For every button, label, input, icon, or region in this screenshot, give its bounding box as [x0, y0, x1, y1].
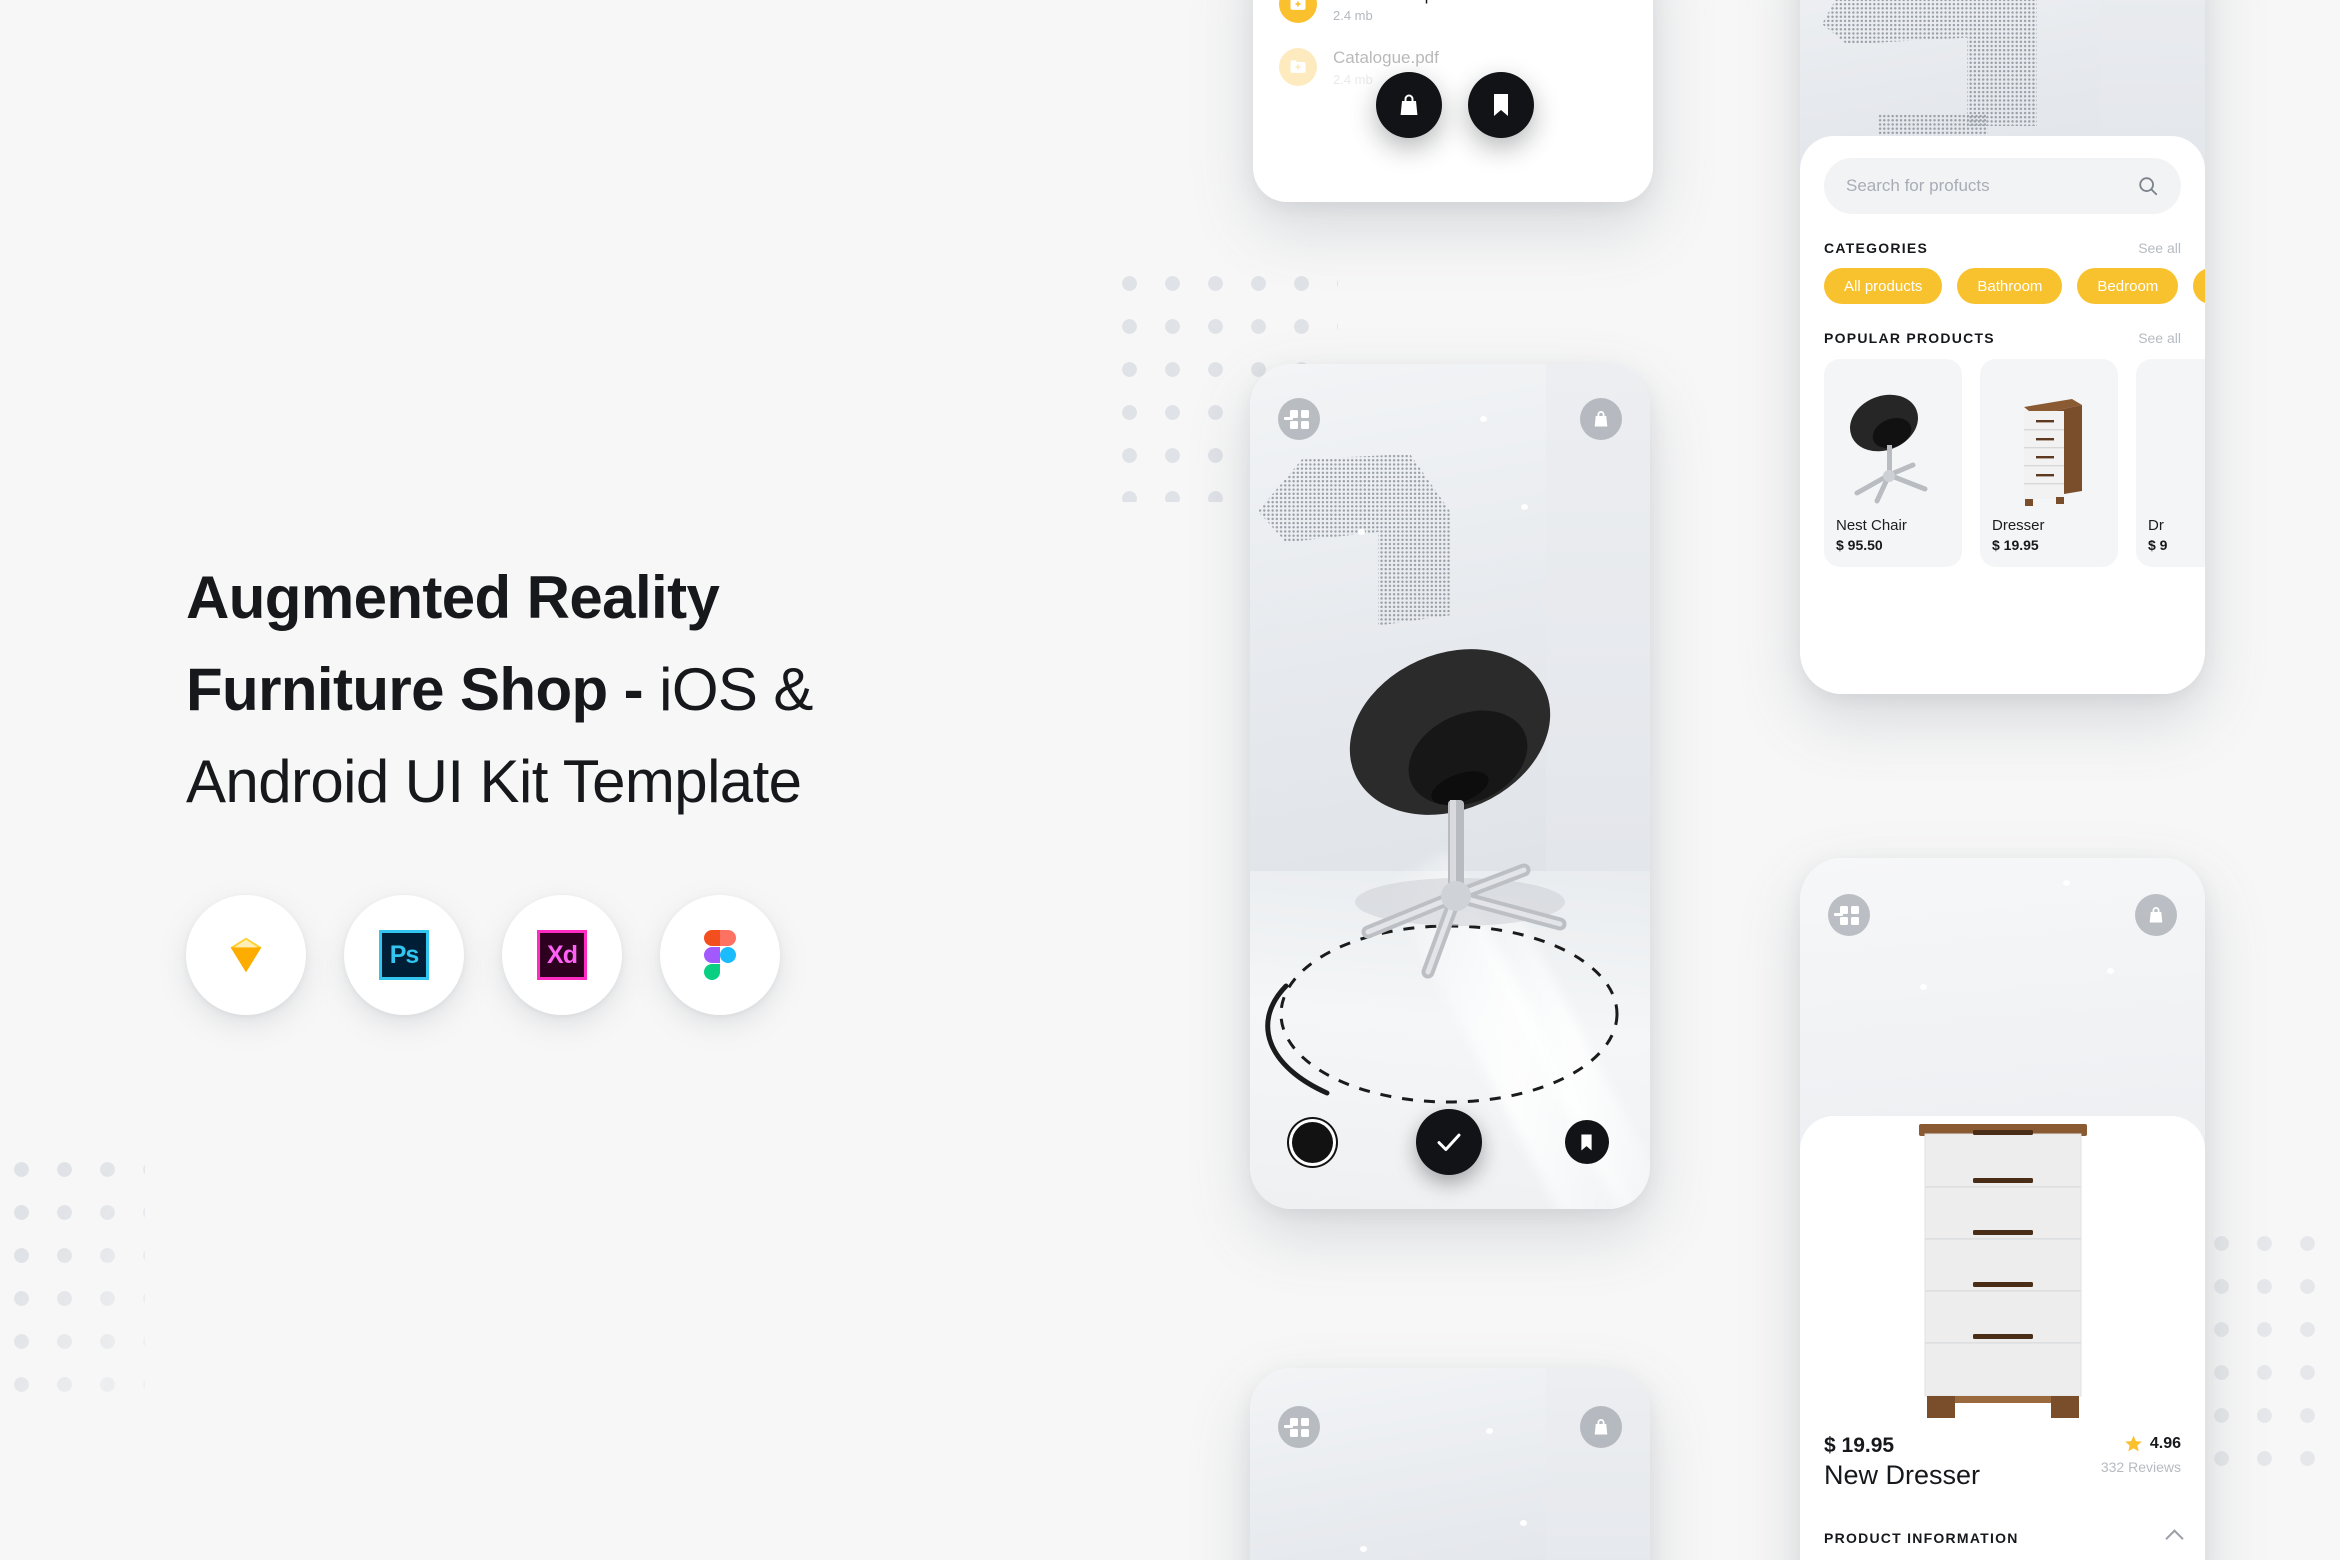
folder-download-icon [1279, 0, 1317, 23]
grid-menu-button[interactable] [1828, 894, 1870, 936]
document-name: Instructions.pdf [1333, 0, 1448, 5]
hero-copy: Augmented Reality Furniture Shop - iOS &… [186, 552, 976, 828]
shop-content-sheet: Search for profucts CATEGORIES See all A… [1800, 136, 2205, 694]
product-name: Dr [2148, 517, 2164, 534]
page-title: Augmented Reality Furniture Shop - iOS &… [186, 552, 976, 828]
arrow-left-icon [1284, 417, 1293, 420]
title-line-2-light: iOS & [659, 656, 813, 723]
product-thumbnail [2148, 371, 2205, 509]
title-line-1: Augmented Reality [186, 564, 720, 631]
dresser-image [1918, 1124, 2087, 1418]
categories-title: CATEGORIES [1824, 240, 1929, 256]
detail-title: New Dresser [1824, 1460, 1981, 1490]
arrow-left-icon [1284, 1425, 1293, 1428]
dot-grid-decoration [0, 1148, 145, 1408]
detail-meta-row: $ 19.95 New Dresser 4.96 332 Reviews [1824, 1434, 2181, 1491]
detail-price: $ 19.95 [1824, 1434, 1895, 1457]
adobe-xd-badge[interactable]: Xd [502, 895, 622, 1015]
dot-grid-decoration [2200, 1222, 2340, 1482]
arrow-left-icon [1834, 913, 1843, 916]
product-price: $ 95.50 [1836, 537, 1883, 553]
shop-screen: Search for profucts CATEGORIES See all A… [1800, 0, 2205, 694]
ar-placement-screen-secondary [1250, 1368, 1650, 1560]
category-chip[interactable]: Bathroom [1957, 268, 2063, 304]
category-chip[interactable]: Chil [2193, 268, 2205, 304]
ar-camera-view [1250, 1368, 1650, 1560]
bag-icon [1594, 411, 1608, 427]
title-line-2-bold: Furniture Shop - [186, 656, 660, 723]
ar-placement-screen [1250, 364, 1650, 1209]
detail-content-sheet: $ 19.95 New Dresser 4.96 332 Reviews PRO… [1800, 1116, 2205, 1560]
documents-floating-actions [1376, 72, 1534, 138]
chevron-up-icon[interactable] [2165, 1528, 2184, 1548]
categories-see-all-link[interactable]: See all [2138, 240, 2181, 256]
bag-icon [1594, 1419, 1608, 1435]
product-thumbnail [1836, 371, 1950, 509]
photoshop-badge[interactable]: Ps [344, 895, 464, 1015]
figma-badge[interactable] [660, 895, 780, 1015]
grid-menu-button[interactable] [1278, 1406, 1320, 1448]
dresser-image [2024, 399, 2082, 506]
product-information-title: PRODUCT INFORMATION [1824, 1530, 2019, 1546]
chair-image [1850, 394, 1928, 504]
product-detail-screen: $ 19.95 New Dresser 4.96 332 Reviews PRO… [1800, 858, 2205, 1560]
search-icon [2139, 177, 2158, 196]
category-chip-list[interactable]: All products Bathroom Bedroom Chil [1824, 268, 2205, 304]
assembly-documents-card: ASSEMBLY & DOCUMENTS Instructions.pdf 2.… [1253, 0, 1653, 202]
format-badges: Ps Xd [186, 895, 780, 1015]
bookmark-icon [1581, 1133, 1592, 1151]
grid-menu-button[interactable] [1278, 398, 1320, 440]
document-row[interactable]: Instructions.pdf 2.4 mb [1279, 0, 1627, 23]
color-swatch-button[interactable] [1291, 1121, 1333, 1163]
bag-icon [2149, 907, 2163, 923]
product-information-header[interactable]: PRODUCT INFORMATION [1824, 1528, 2184, 1548]
reviews-count: 332 Reviews [2100, 1459, 2181, 1475]
sketch-badge[interactable] [186, 895, 306, 1015]
ar-chair-object[interactable] [1310, 612, 1600, 1032]
document-size: 2.4 mb [1333, 8, 1373, 24]
ar-action-bar [1250, 1109, 1650, 1175]
bookmark-icon [1494, 94, 1508, 116]
folder-download-icon [1279, 47, 1317, 86]
rating-score: 4.96 [2149, 1434, 2181, 1452]
product-name: Dresser [1992, 517, 2045, 534]
category-chip[interactable]: Bedroom [2077, 268, 2179, 304]
confirm-check-button[interactable] [1415, 1109, 1482, 1175]
category-chip[interactable]: All products [1824, 268, 1943, 304]
adobe-xd-icon: Xd [537, 930, 587, 980]
product-card[interactable]: Dr $ 9 [2136, 359, 2205, 567]
bag-icon [1400, 94, 1418, 115]
rating-group: 4.96 [2101, 1434, 2181, 1453]
photoshop-icon: Ps [379, 930, 429, 980]
search-placeholder: Search for profucts [1846, 176, 1990, 195]
sketch-icon [230, 937, 262, 973]
bag-button[interactable] [1376, 72, 1442, 138]
product-hero-image [1800, 996, 2205, 1426]
product-price: $ 19.95 [1992, 537, 2039, 553]
title-line-3: Android UI Kit Template [186, 748, 802, 815]
ar-camera-view [1250, 364, 1650, 1209]
bag-button[interactable] [1580, 1406, 1622, 1448]
bookmark-button[interactable] [1564, 1120, 1609, 1164]
product-card[interactable]: Dresser $ 19.95 [1980, 359, 2118, 567]
bag-button[interactable] [2135, 894, 2177, 936]
check-icon [1437, 1133, 1460, 1151]
popular-products-header: POPULAR PRODUCTS See all [1824, 330, 2181, 346]
product-card-list[interactable]: Nest Chair $ 95.50 Dresser $ 19.95 Dr $ … [1824, 359, 2205, 567]
product-price: $ 9 [2148, 537, 2168, 553]
popular-products-title: POPULAR PRODUCTS [1824, 330, 1995, 346]
bookmark-button[interactable] [1468, 72, 1534, 138]
product-thumbnail [1992, 371, 2106, 509]
figma-icon [704, 930, 736, 980]
search-input[interactable]: Search for profucts [1824, 158, 2181, 214]
bag-button[interactable] [1580, 398, 1622, 440]
product-name: Nest Chair [1836, 517, 1907, 534]
popular-see-all-link[interactable]: See all [2138, 330, 2181, 346]
product-card[interactable]: Nest Chair $ 95.50 [1824, 359, 1962, 567]
categories-header: CATEGORIES See all [1824, 240, 2181, 256]
star-icon [2125, 1435, 2142, 1452]
document-name: Catalogue.pdf [1333, 48, 1439, 68]
